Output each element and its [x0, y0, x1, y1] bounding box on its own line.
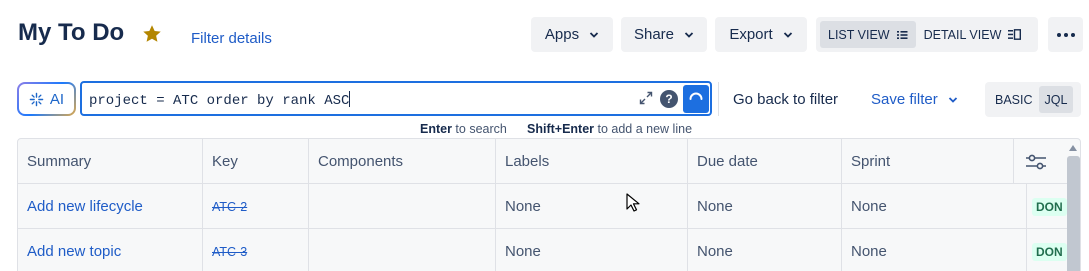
column-header-components[interactable]: Components: [309, 139, 496, 184]
expand-icon[interactable]: [639, 91, 653, 105]
ai-label: AI: [49, 90, 65, 108]
vertical-scrollbar[interactable]: [1067, 156, 1080, 271]
list-view-label: LIST VIEW: [828, 27, 890, 42]
search-mode-toggle: BASIC JQL: [985, 82, 1081, 117]
key-cell: ATC-3: [203, 229, 309, 271]
summary-cell: Add new topic: [18, 229, 203, 271]
chevron-down-icon: [783, 31, 792, 38]
sprint-cell: None: [842, 229, 1027, 271]
jql-mode-button[interactable]: JQL: [1038, 86, 1074, 113]
shift-enter-key-hint: Shift+Enter: [527, 122, 595, 136]
key-cell: ATC-2: [203, 184, 309, 229]
jql-query-input[interactable]: project = ATC order by rank ASC ?: [80, 81, 712, 116]
divider: [718, 82, 719, 116]
search-button[interactable]: [683, 85, 709, 113]
export-label: Export: [729, 26, 773, 43]
help-icon[interactable]: ?: [660, 90, 678, 108]
issues-table: Summary Key Components Labels Due date S…: [17, 138, 1081, 271]
column-header-due-date[interactable]: Due date: [688, 139, 842, 184]
save-filter-label: Save filter: [871, 91, 938, 108]
export-button[interactable]: Export: [715, 17, 807, 52]
shift-hint-text: to add a new line: [594, 122, 693, 136]
sparkle-icon: [29, 92, 44, 106]
detail-view-icon: [1008, 29, 1022, 40]
labels-cell: None: [496, 184, 688, 229]
column-header-summary[interactable]: Summary: [18, 139, 203, 184]
components-cell: [309, 184, 496, 229]
share-label: Share: [633, 26, 675, 43]
page-title: My To Do: [18, 19, 125, 46]
column-header-key[interactable]: Key: [203, 139, 309, 184]
apps-button[interactable]: Apps: [531, 17, 613, 52]
due-date-cell: None: [688, 229, 842, 271]
enter-hint-text: to search: [451, 122, 507, 136]
column-settings-button[interactable]: [1014, 139, 1058, 184]
table-row[interactable]: Add new lifecycle ATC-2 None None None D…: [18, 184, 1080, 229]
loading-spinner-icon: [689, 92, 703, 100]
sprint-cell: None: [842, 184, 1027, 229]
summary-link[interactable]: Add new topic: [27, 243, 121, 260]
table-header-row: Summary Key Components Labels Due date S…: [18, 139, 1080, 184]
list-icon: [896, 30, 908, 39]
summary-cell: Add new lifecycle: [18, 184, 203, 229]
chevron-down-icon: [948, 96, 957, 103]
list-view-button[interactable]: LIST VIEW: [820, 21, 916, 48]
ai-button[interactable]: AI: [17, 82, 76, 116]
share-button[interactable]: Share: [621, 17, 707, 52]
more-icon: [1056, 32, 1061, 37]
go-back-to-filter-button[interactable]: Go back to filter: [733, 91, 838, 108]
issue-key-link[interactable]: ATC-3: [212, 245, 247, 259]
components-cell: [309, 229, 496, 271]
apps-label: Apps: [544, 26, 580, 43]
table-row[interactable]: Add new topic ATC-3 None None None DON: [18, 229, 1080, 271]
basic-mode-button[interactable]: BASIC: [989, 86, 1039, 113]
detail-view-button[interactable]: DETAIL VIEW: [916, 21, 1030, 48]
chevron-down-icon: [589, 31, 599, 38]
detail-view-label: DETAIL VIEW: [923, 27, 1002, 42]
column-header-labels[interactable]: Labels: [496, 139, 688, 184]
column-header-sprint[interactable]: Sprint: [842, 139, 1014, 184]
jql-query-text[interactable]: project = ATC order by rank ASC: [89, 91, 351, 109]
issue-key-link[interactable]: ATC-2: [212, 200, 247, 214]
save-filter-button[interactable]: Save filter: [871, 91, 958, 108]
chevron-down-icon: [684, 31, 694, 38]
star-icon[interactable]: [141, 23, 163, 45]
more-actions-button[interactable]: [1048, 17, 1083, 52]
sliders-icon: [1026, 154, 1046, 169]
labels-cell: None: [496, 229, 688, 271]
more-icon-dot: [1070, 32, 1075, 37]
view-toggle: LIST VIEW DETAIL VIEW: [816, 17, 1038, 52]
due-date-cell: None: [688, 184, 842, 229]
search-hint: Enter to search: [420, 122, 507, 136]
enter-key-hint: Enter: [420, 122, 452, 136]
mouse-pointer-icon: [626, 193, 640, 212]
scroll-up-arrow-icon[interactable]: [1068, 143, 1078, 153]
newline-hint: Shift+Enter to add a new line: [527, 122, 692, 136]
summary-link[interactable]: Add new lifecycle: [27, 198, 143, 215]
more-icon-dot: [1063, 32, 1068, 37]
filter-details-link[interactable]: Filter details: [191, 30, 272, 47]
text-caret: [349, 91, 351, 107]
status-badge[interactable]: DON: [1032, 197, 1067, 216]
status-badge[interactable]: DON: [1032, 242, 1067, 261]
